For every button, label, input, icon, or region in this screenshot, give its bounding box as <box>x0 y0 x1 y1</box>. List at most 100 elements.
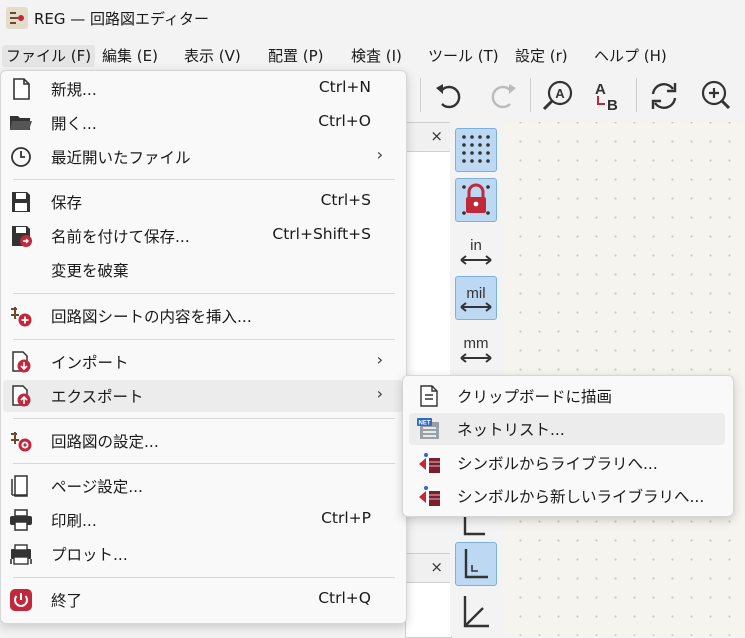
top-toolbar: A A B <box>400 70 745 122</box>
clipboard-icon <box>420 385 438 407</box>
print-icon <box>10 509 32 531</box>
menu-item-label: 最近開いたファイル <box>51 149 191 167</box>
find-replace-icon[interactable]: A B <box>588 78 624 114</box>
menu-item-shortcut: Ctrl+N <box>318 78 371 96</box>
save-as-icon <box>12 226 32 247</box>
menu-item-quit[interactable]: 終了 Ctrl+Q <box>3 584 403 616</box>
insert-sheet-icon <box>11 307 32 327</box>
menu-item-print[interactable]: 印刷... Ctrl+P <box>3 504 403 536</box>
menu-item-label: ページ設定... <box>51 478 143 496</box>
panel-close-button[interactable]: × <box>430 558 443 576</box>
panel-close-button[interactable]: × <box>430 127 443 145</box>
quit-icon <box>10 589 32 611</box>
clock-icon <box>11 147 31 167</box>
units-mil-icon: mil <box>460 285 492 312</box>
folder-open-icon <box>10 116 32 130</box>
submenu-item-label: クリップボードに描画 <box>457 388 613 406</box>
menu-item-label: 変更を破棄 <box>51 262 129 280</box>
panel-header: × <box>406 554 451 583</box>
menu-bar: ファイル (F) 編集 (E) 表示 (V) 配置 (P) 検査 (I) ツール… <box>0 40 745 70</box>
menu-item-label: 新規... <box>51 81 97 99</box>
menu-separator <box>13 418 395 419</box>
menu-item-label: インポート <box>51 354 129 372</box>
menu-item-schematic-settings[interactable]: 回路図の設定... <box>3 425 403 457</box>
menu-settings[interactable]: 設定 (r) <box>511 45 572 67</box>
menu-item-label: 名前を付けて保存... <box>51 228 190 246</box>
submenu-item-symbols-to-new-library[interactable]: シンボルから新しいライブラリへ... <box>409 480 725 512</box>
side-panel: × <box>405 122 452 384</box>
units-mm-label: mm <box>464 335 489 352</box>
units-inch-button[interactable]: in <box>455 228 497 272</box>
menu-tools[interactable]: ツール (T) <box>424 45 503 67</box>
grid-toggle-button[interactable] <box>455 128 497 172</box>
menu-separator <box>13 339 395 340</box>
grid-icon <box>462 135 490 163</box>
menu-item-save-as[interactable]: 名前を付けて保存... Ctrl+Shift+S <box>3 220 403 252</box>
menu-item-shortcut: Ctrl+Q <box>318 589 371 607</box>
menu-item-label: 印刷... <box>51 512 97 530</box>
units-mm-button[interactable]: mm <box>455 326 497 370</box>
app-icon <box>6 7 28 29</box>
zoom-in-icon[interactable] <box>696 78 732 114</box>
menu-inspect[interactable]: 検査 (I) <box>347 45 406 67</box>
menu-item-plot[interactable]: プロット... <box>3 538 403 570</box>
submenu-item-label: シンボルからライブラリへ... <box>457 455 658 473</box>
submenu-item-netlist[interactable]: NET ネットリスト... <box>409 413 725 445</box>
menu-file[interactable]: ファイル (F) <box>2 45 96 67</box>
submenu-item-label: ネットリスト... <box>457 421 565 439</box>
menu-item-label: 保存 <box>51 194 83 212</box>
line-90-mode-button[interactable] <box>455 542 497 586</box>
undo-icon[interactable] <box>432 78 468 114</box>
line-45-mode-icon <box>463 596 489 628</box>
menu-item-label: 回路図の設定... <box>51 433 159 451</box>
grid-lock-button[interactable] <box>455 178 497 222</box>
submenu-item-draw-to-clipboard[interactable]: クリップボードに描画 <box>409 380 725 412</box>
svg-text:A: A <box>595 81 606 98</box>
find-icon[interactable]: A <box>540 78 576 114</box>
refresh-icon[interactable] <box>646 78 682 114</box>
menu-item-save[interactable]: 保存 Ctrl+S <box>3 186 403 218</box>
menu-item-insert-sheet[interactable]: 回路図シートの内容を挿入... <box>3 300 403 332</box>
menu-separator <box>13 463 395 464</box>
units-mil-label: mil <box>466 285 485 302</box>
import-icon <box>12 351 31 373</box>
title-bar: REG — 回路図エディター <box>0 0 745 36</box>
menu-help[interactable]: ヘルプ (H) <box>590 45 671 67</box>
units-inch-label: in <box>470 237 482 254</box>
menu-place[interactable]: 配置 (P) <box>264 45 328 67</box>
menu-view[interactable]: 表示 (V) <box>180 45 245 67</box>
menu-item-label: プロット... <box>51 546 128 564</box>
symbol-new-library-icon <box>419 486 440 506</box>
menu-item-revert[interactable]: 変更を破棄 <box>3 254 403 286</box>
units-mil-button[interactable]: mil <box>455 276 497 320</box>
side-panel-lower: × <box>405 553 452 638</box>
redo-icon[interactable] <box>484 78 520 114</box>
line-45-mode-button[interactable] <box>455 590 497 634</box>
toolbar-separator <box>530 78 531 112</box>
submenu-item-label: シンボルから新しいライブラリへ... <box>457 488 705 506</box>
toolbar-separator <box>420 78 421 112</box>
menu-item-label: エクスポート <box>51 388 144 406</box>
menu-item-import[interactable]: インポート › <box>3 346 403 378</box>
submenu-item-symbols-to-library[interactable]: シンボルからライブラリへ... <box>409 447 725 479</box>
menu-separator <box>13 293 395 294</box>
menu-item-label: 開く... <box>51 115 97 133</box>
export-icon <box>12 385 31 407</box>
line-90-mode-icon <box>464 549 488 579</box>
panel-header: × <box>406 123 451 152</box>
save-icon <box>12 192 30 212</box>
netlist-icon: NET <box>417 418 439 439</box>
menu-item-new[interactable]: 新規... Ctrl+N <box>3 73 403 105</box>
netlist-badge: NET <box>419 421 431 427</box>
menu-item-page-setup[interactable]: ページ設定... <box>3 470 403 502</box>
menu-edit[interactable]: 編集 (E) <box>98 45 162 67</box>
menu-item-shortcut: Ctrl+S <box>320 191 371 209</box>
menu-item-recent-files[interactable]: 最近開いたファイル › <box>3 141 403 173</box>
window-title: REG — 回路図エディター <box>34 10 210 28</box>
menu-item-export[interactable]: エクスポート › <box>3 380 403 412</box>
menu-separator <box>13 179 395 180</box>
svg-text:B: B <box>607 97 618 114</box>
menu-item-label: 終了 <box>51 592 83 610</box>
submenu-arrow-icon: › <box>376 145 383 164</box>
menu-item-open[interactable]: 開く... Ctrl+O <box>3 107 403 139</box>
